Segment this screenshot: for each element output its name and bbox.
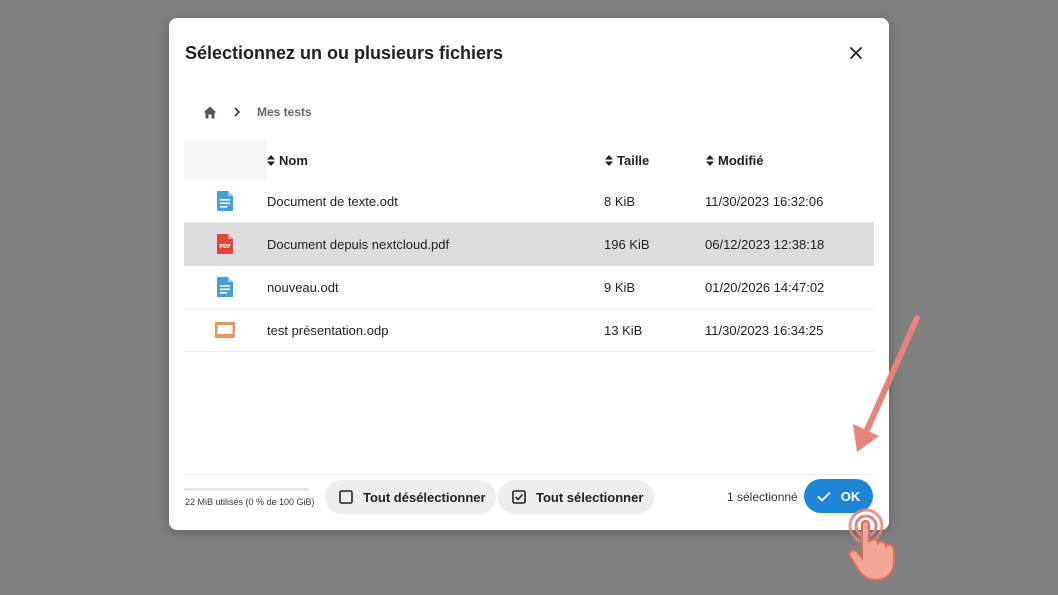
file-name: Document depuis nextcloud.pdf [267, 236, 450, 252]
footer-divider [184, 474, 872, 475]
pointer-arrow-icon [853, 315, 920, 452]
sort-icon [706, 154, 714, 166]
file-name: nouveau.odt [267, 279, 339, 295]
checkbox-checked-icon [512, 490, 526, 504]
deselect-all-label: Tout désélectionner [363, 489, 486, 505]
header-name-label: Nom [279, 152, 308, 168]
deselect-all-button[interactable]: Tout désélectionner [325, 480, 496, 514]
breadcrumb-current[interactable]: Mes tests [257, 105, 312, 119]
close-icon [850, 47, 862, 59]
table-row[interactable]: PDF Document depuis nextcloud.pdf 196 Ki… [184, 223, 874, 266]
table-header: Nom Taille Modifié [184, 140, 874, 180]
file-picker-dialog: Sélectionnez un ou plusieurs fichiers Me… [169, 18, 889, 530]
pdf-icon: PDF [214, 233, 236, 255]
file-size: 13 KiB [604, 322, 643, 338]
sort-by-modified[interactable]: Modifié [706, 140, 764, 180]
breadcrumb-separator [233, 107, 247, 117]
text-document-icon [214, 276, 236, 298]
breadcrumb-home[interactable] [199, 102, 221, 122]
header-select-column[interactable] [184, 140, 267, 180]
table-row[interactable]: nouveau.odt 9 KiB 01/20/2026 14:47:02 [184, 266, 874, 309]
home-icon [203, 106, 217, 118]
breadcrumb: Mes tests [199, 102, 312, 122]
sort-icon [605, 154, 613, 166]
selection-count: 1 sélectionné [727, 490, 798, 504]
tap-hand-icon [848, 508, 895, 582]
chevron-right-icon [234, 107, 241, 117]
sort-by-name[interactable]: Nom [267, 140, 308, 180]
table-row[interactable]: test présentation.odp 13 KiB 11/30/2023 … [184, 309, 874, 352]
select-all-button[interactable]: Tout sélectionner [498, 480, 654, 514]
sort-by-size[interactable]: Taille [605, 140, 649, 180]
table-row[interactable]: Document de texte.odt 8 KiB 11/30/2023 1… [184, 180, 874, 223]
header-modified-label: Modifié [718, 152, 764, 168]
file-modified: 11/30/2023 16:34:25 [705, 322, 824, 338]
dialog-title: Sélectionnez un ou plusieurs fichiers [185, 43, 504, 63]
file-size: 196 KiB [604, 236, 650, 252]
text-document-icon [214, 190, 236, 212]
file-modified: 01/20/2026 14:47:02 [705, 279, 825, 295]
presentation-icon [214, 319, 236, 341]
sort-icon [267, 154, 275, 166]
check-icon [817, 491, 831, 502]
checkbox-empty-icon [339, 490, 353, 504]
svg-text:PDF: PDF [219, 244, 230, 250]
file-modified: 11/30/2023 16:32:06 [705, 193, 824, 209]
header-size-label: Taille [617, 152, 650, 168]
file-name: Document de texte.odt [267, 193, 398, 209]
file-size: 9 KiB [604, 279, 636, 295]
quota-text: 22 MiB utilisés (0 % de 100 GiB) [185, 497, 315, 507]
quota-progress-bar [184, 488, 309, 491]
file-table: Nom Taille Modifié Document de texte.odt… [184, 140, 874, 352]
file-size: 8 KiB [604, 193, 636, 209]
select-all-label: Tout sélectionner [536, 489, 644, 505]
close-button[interactable] [843, 40, 869, 66]
file-modified: 06/12/2023 12:38:18 [705, 236, 825, 252]
file-name: test présentation.odp [267, 322, 389, 338]
